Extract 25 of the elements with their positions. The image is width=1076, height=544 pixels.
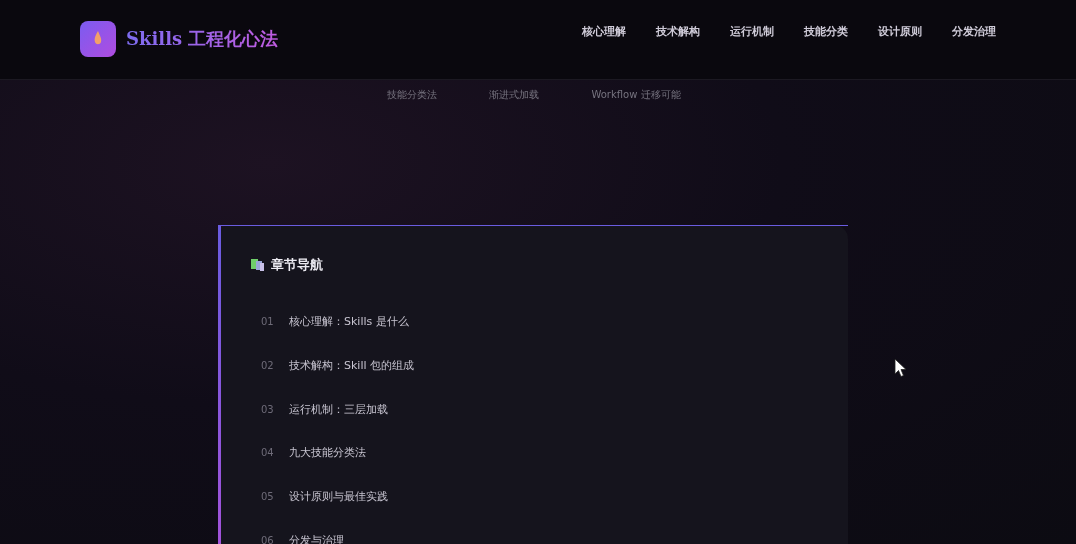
flame-logo-icon (80, 20, 116, 57)
cursor-icon (894, 358, 907, 378)
site-title[interactable]: Skills 工程化心法 (126, 26, 279, 51)
chapter-number: 04 (261, 447, 275, 459)
chapter-number: 05 (261, 491, 275, 503)
nav-link[interactable]: 运行机制 (730, 24, 774, 39)
chapter-number: 03 (261, 403, 275, 415)
books-icon (251, 258, 265, 272)
chapter-number: 01 (261, 316, 275, 328)
subnav-link[interactable]: Workflow 迁移可能 (591, 88, 681, 102)
chapter-number: 06 (261, 534, 275, 544)
nav-link[interactable]: 技术解构 (656, 24, 700, 39)
chapter-link[interactable]: 九大技能分类法 (289, 445, 366, 461)
toc-title: 章节导航 (271, 256, 323, 274)
chapter-link[interactable]: 技术解构：Skill 包的组成 (289, 358, 415, 374)
subnav-link[interactable]: 渐进式加载 (489, 88, 540, 102)
chapter-link[interactable]: 核心理解：Skills 是什么 (289, 314, 409, 330)
nav-link[interactable]: 设计原则 (878, 24, 922, 39)
nav-link[interactable]: 核心理解 (582, 24, 626, 39)
nav-link[interactable]: 分发治理 (952, 24, 996, 39)
chapter-link[interactable]: 运行机制：三层加载 (289, 401, 388, 417)
chapter-link[interactable]: 设计原则与最佳实践 (289, 489, 388, 505)
subnav-link[interactable]: 技能分类法 (387, 88, 438, 102)
chapter-number: 02 (261, 360, 275, 372)
nav-link[interactable]: 技能分类 (804, 24, 848, 39)
